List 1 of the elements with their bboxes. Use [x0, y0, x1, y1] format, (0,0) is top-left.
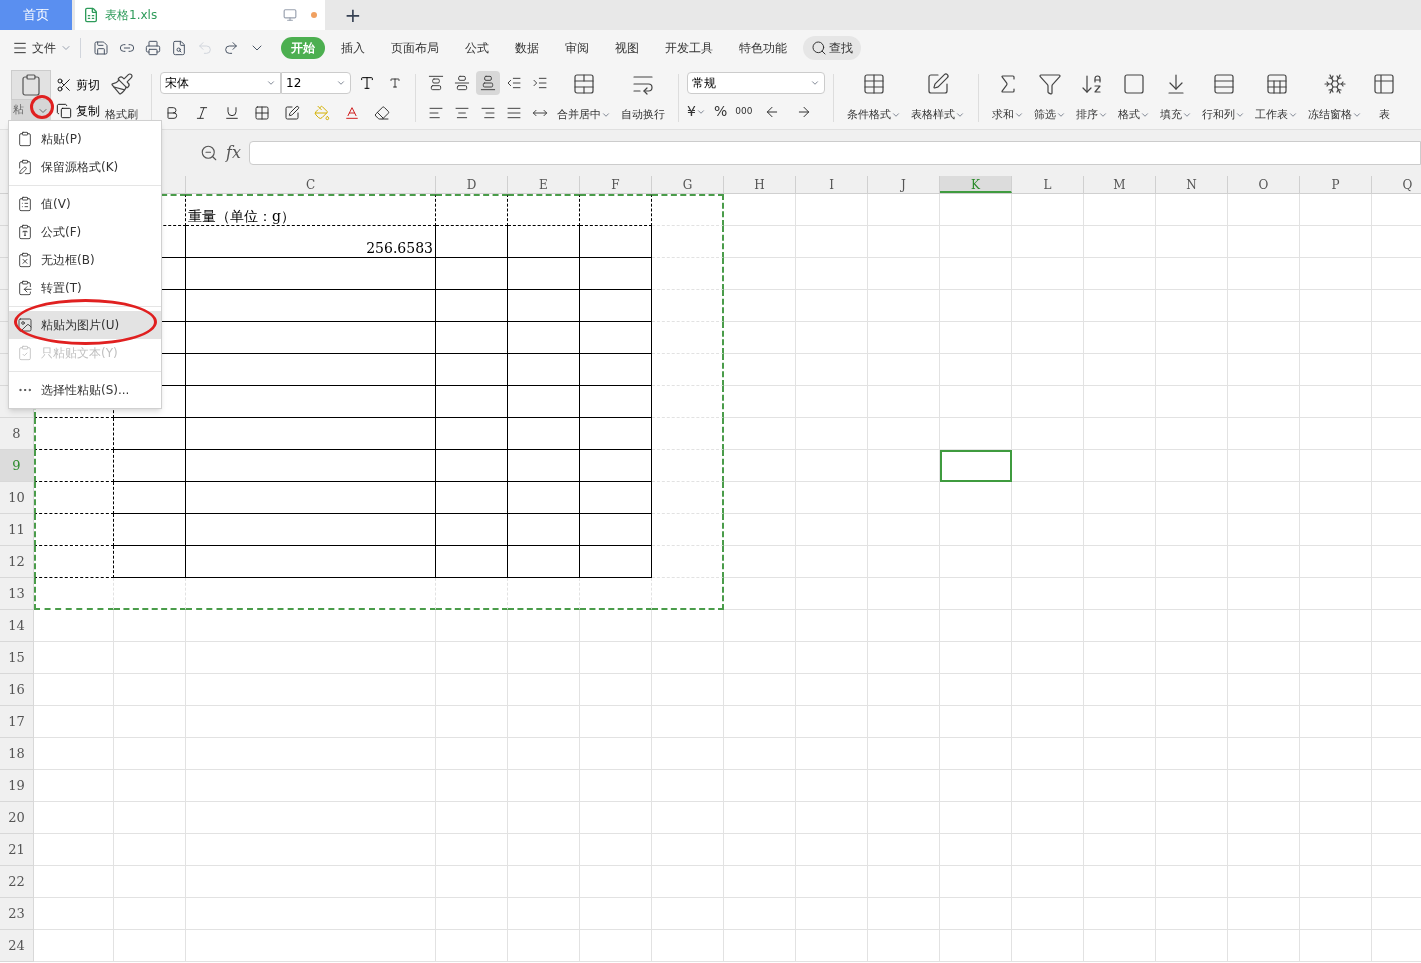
tab-title: 表格1.xls — [105, 7, 158, 24]
